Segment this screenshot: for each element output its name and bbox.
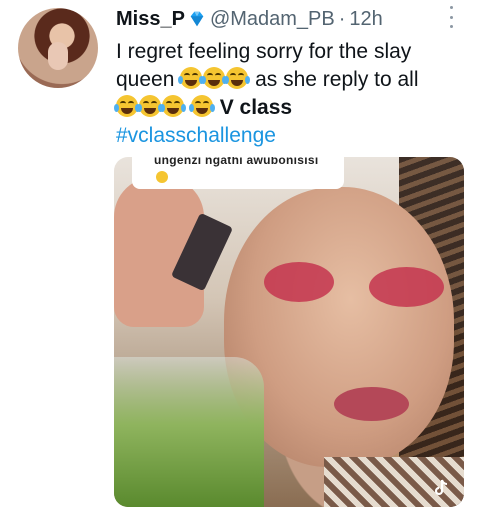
laughing-emoji-icon bbox=[224, 67, 251, 89]
tweet-line-3-text: V class bbox=[219, 96, 293, 119]
laughing-emoji-icon bbox=[114, 95, 140, 117]
video-frame-lips bbox=[334, 387, 409, 421]
blue-diamond-icon bbox=[190, 11, 204, 27]
video-frame-eye bbox=[369, 267, 444, 307]
relieved-face-icon bbox=[156, 171, 168, 183]
video-frame-glass bbox=[114, 357, 264, 507]
tweet-line-3: V class bbox=[114, 94, 466, 122]
tweet-line-2: queen as she reply to all bbox=[116, 66, 466, 94]
laughing-emoji-icon bbox=[160, 95, 186, 117]
video-caption-text: ungenzi ngathi awubonisisi bbox=[154, 157, 319, 167]
laughing-emoji-icon bbox=[188, 95, 215, 117]
laughing-emoji-icon bbox=[201, 67, 228, 89]
tweet-header: Miss_P @Madam_PB · 12h bbox=[116, 4, 456, 34]
tweet-line-2-after: as she reply to all bbox=[255, 68, 419, 91]
tweet-video[interactable]: ungenzi ngathi awubonisisi bbox=[114, 157, 464, 507]
video-frame-eye bbox=[264, 262, 334, 302]
tweet-timestamp[interactable]: 12h bbox=[349, 8, 382, 31]
tweet-line-2-text: queen bbox=[116, 68, 175, 91]
laughing-emoji-icon bbox=[137, 95, 163, 117]
laughing-emoji-icon bbox=[178, 67, 205, 89]
hashtag-link[interactable]: #vclasschallenge bbox=[116, 122, 466, 150]
tweet-line-1: I regret feeling sorry for the slay bbox=[116, 40, 412, 63]
avatar[interactable] bbox=[18, 8, 98, 88]
video-caption-bubble: ungenzi ngathi awubonisisi bbox=[132, 157, 344, 189]
author-name[interactable]: Miss_P bbox=[116, 8, 185, 31]
author-handle[interactable]: @Madam_PB bbox=[210, 8, 335, 31]
tweet-text: I regret feeling sorry for the slay quee… bbox=[114, 38, 466, 150]
separator-dot: · bbox=[338, 7, 346, 30]
more-options-icon[interactable] bbox=[445, 6, 457, 28]
tiktok-icon bbox=[434, 479, 448, 496]
